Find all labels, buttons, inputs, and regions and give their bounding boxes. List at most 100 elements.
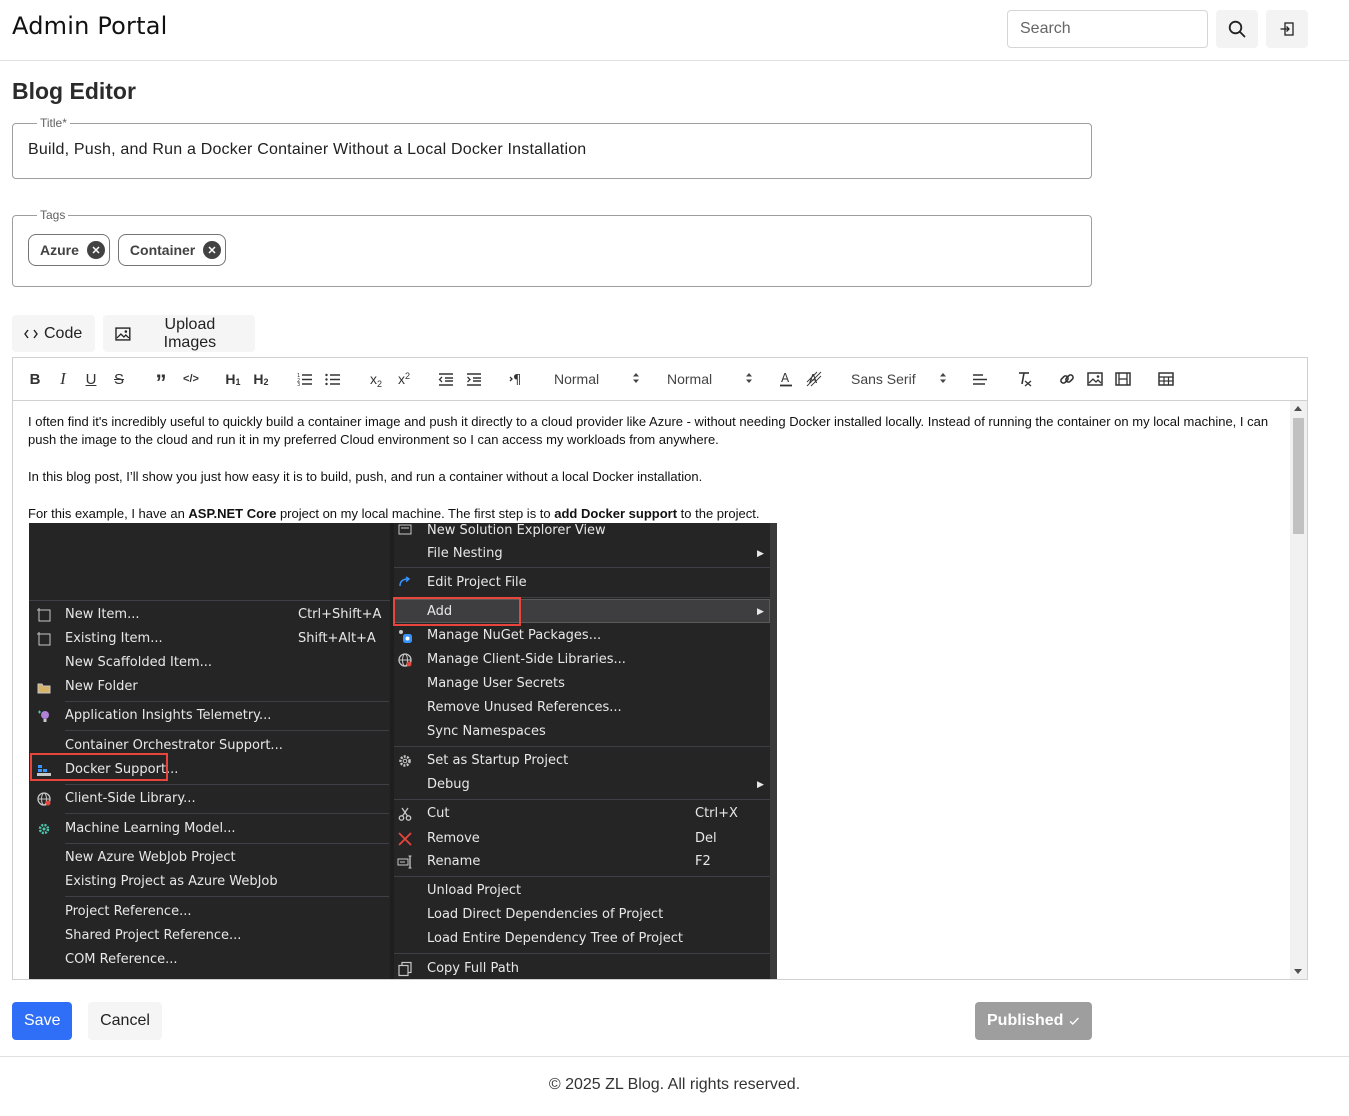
menu-item: File Nesting ▶ bbox=[427, 546, 764, 561]
separator bbox=[65, 701, 389, 702]
italic-button[interactable]: I bbox=[56, 368, 70, 390]
menu-item: Rename F2 bbox=[427, 854, 711, 869]
editor-content[interactable]: I often find it's incredibly useful to q… bbox=[13, 401, 1291, 979]
separator bbox=[65, 784, 389, 785]
menu-item: Client-Side Library... bbox=[65, 791, 196, 806]
search-button[interactable] bbox=[1216, 10, 1258, 48]
brand-title[interactable]: Admin Portal bbox=[12, 12, 167, 40]
align-button[interactable] bbox=[971, 368, 989, 390]
logout-icon bbox=[1280, 22, 1294, 36]
menu-divider bbox=[390, 523, 394, 979]
menu-item: Manage Client-Side Libraries... bbox=[427, 652, 626, 667]
code-block-button[interactable]: </> bbox=[181, 368, 201, 390]
menu-item: Remove Unused References... bbox=[427, 700, 622, 715]
menu-item: New Item... Ctrl+Shift+A bbox=[65, 607, 382, 622]
bullet-list-button[interactable] bbox=[324, 368, 342, 390]
header-picker-value: Normal bbox=[667, 371, 713, 387]
tag-chip-azure[interactable]: Azure bbox=[28, 234, 110, 266]
page-title: Blog Editor bbox=[12, 78, 136, 104]
image-icon bbox=[115, 326, 131, 341]
separator bbox=[394, 876, 770, 877]
content-paragraph: In this blog post, I’ll show you just ho… bbox=[28, 469, 703, 484]
new-item-icon bbox=[37, 608, 51, 622]
tag-chip-label: Azure bbox=[40, 242, 79, 258]
code-tab-label: Code bbox=[44, 324, 83, 342]
separator bbox=[29, 600, 390, 601]
solution-explorer-icon bbox=[398, 524, 412, 535]
picker-arrows-icon bbox=[940, 373, 946, 383]
separator bbox=[65, 730, 389, 731]
scroll-up-arrow-icon[interactable] bbox=[1294, 406, 1302, 411]
background-color-icon: A bbox=[806, 371, 822, 387]
blockquote-button[interactable]: ” bbox=[153, 368, 169, 395]
heading2-button[interactable]: H2 bbox=[251, 368, 271, 390]
code-tab-button[interactable]: Code bbox=[12, 315, 95, 352]
superscript-button[interactable]: x2 bbox=[394, 368, 414, 390]
link-button[interactable] bbox=[1058, 368, 1076, 390]
content-paragraph: I often find it's incredibly useful to q… bbox=[28, 414, 1269, 447]
align-left-icon bbox=[973, 374, 987, 385]
menu-item: Cut Ctrl+X bbox=[427, 806, 738, 821]
tag-chip-container[interactable]: Container bbox=[117, 234, 227, 266]
clear-format-button[interactable] bbox=[1015, 368, 1033, 390]
cancel-button[interactable]: Cancel bbox=[88, 1002, 162, 1040]
menu-item: Machine Learning Model... bbox=[65, 821, 236, 836]
title-label: Title* bbox=[40, 116, 67, 130]
existing-item-icon bbox=[37, 632, 51, 646]
close-icon[interactable] bbox=[86, 241, 105, 259]
title-input[interactable] bbox=[28, 141, 1076, 159]
separator bbox=[394, 746, 770, 747]
save-button[interactable]: Save bbox=[12, 1002, 72, 1040]
size-picker-value: Normal bbox=[554, 371, 600, 387]
editor-scrollbar[interactable] bbox=[1290, 401, 1307, 979]
heading1-button[interactable]: H1 bbox=[223, 368, 243, 390]
menu-item: Load Direct Dependencies of Project bbox=[427, 907, 664, 922]
scrollbar-thumb[interactable] bbox=[1293, 418, 1304, 534]
menu-item: New Azure WebJob Project bbox=[65, 850, 236, 865]
svg-text:A: A bbox=[781, 371, 790, 385]
search-icon bbox=[1228, 20, 1246, 38]
header-picker[interactable]: Normal bbox=[667, 368, 753, 390]
underline-button[interactable]: U bbox=[84, 368, 98, 390]
close-icon[interactable] bbox=[203, 241, 222, 259]
strike-button[interactable]: S bbox=[112, 368, 126, 390]
published-label: Published bbox=[987, 1012, 1064, 1029]
subscript-button[interactable]: x2 bbox=[366, 368, 386, 390]
menu-item: Remove Del bbox=[427, 831, 717, 846]
separator bbox=[394, 953, 770, 954]
insert-table-button[interactable] bbox=[1157, 368, 1175, 390]
menu-item: Copy Full Path bbox=[427, 961, 520, 976]
search-input[interactable] bbox=[1007, 10, 1208, 48]
logout-button[interactable] bbox=[1266, 10, 1308, 48]
background-color-button[interactable]: A bbox=[805, 368, 823, 390]
scroll-down-arrow-icon[interactable] bbox=[1294, 969, 1302, 974]
upload-images-button[interactable]: Upload Images bbox=[103, 315, 255, 352]
text-color-icon: A bbox=[780, 371, 792, 387]
menu-item: Manage User Secrets bbox=[427, 676, 565, 691]
tag-chip-label: Container bbox=[129, 242, 196, 258]
indent-button[interactable] bbox=[465, 368, 483, 390]
ordered-list-button[interactable]: 123 bbox=[296, 368, 314, 390]
font-picker[interactable]: Sans Serif bbox=[851, 368, 947, 390]
folder-icon bbox=[37, 683, 51, 694]
embedded-screenshot: New Item... Ctrl+Shift+A Existing Item...… bbox=[29, 523, 777, 979]
bold-button[interactable]: B bbox=[28, 368, 42, 390]
menu-shadow bbox=[770, 523, 777, 979]
title-field: Title* bbox=[12, 116, 1092, 179]
docker-icon bbox=[37, 765, 51, 776]
bullet-list-icon bbox=[325, 373, 340, 386]
insert-image-button[interactable] bbox=[1086, 368, 1104, 390]
size-picker[interactable]: Normal bbox=[554, 368, 640, 390]
text-color-button[interactable]: A bbox=[778, 368, 794, 390]
text-direction-button[interactable]: ¶ bbox=[508, 368, 526, 390]
h2-glyph: H bbox=[253, 371, 264, 387]
published-button[interactable]: Published bbox=[975, 1002, 1092, 1040]
edit-arrow-icon bbox=[399, 576, 411, 587]
menu-item: Unload Project bbox=[427, 883, 522, 898]
copyright-text: © 2025 ZL Blog. All rights reserved. bbox=[548, 1076, 801, 1093]
outdent-button[interactable] bbox=[437, 368, 455, 390]
insert-video-button[interactable] bbox=[1114, 368, 1132, 390]
globe-icon bbox=[398, 653, 412, 667]
subscript-glyph: x bbox=[369, 371, 377, 387]
tags-field[interactable]: Tags Azure Container bbox=[12, 208, 1092, 287]
